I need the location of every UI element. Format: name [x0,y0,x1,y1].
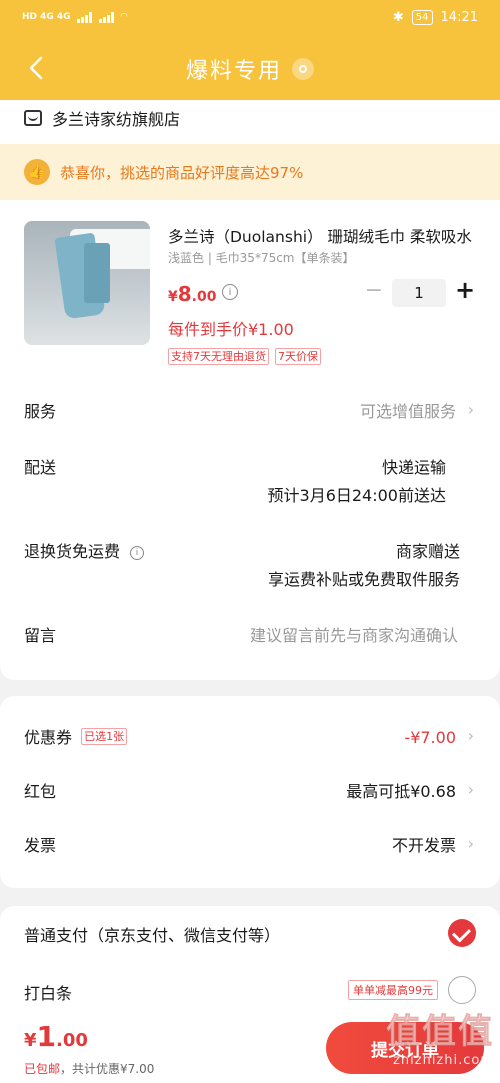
praise-banner: 👍 恭喜你，挑选的商品好评度高达97% [0,144,500,200]
shipping-summary: 已包邮，共计优惠¥7.00 [24,1062,155,1076]
chevron-right-icon: › [467,780,474,799]
delivery-value: 快递运输 预计3月6日24:00前送达 [267,458,446,505]
invoice-label: 发票 [24,836,57,855]
order-card: 多兰诗家纺旗舰店 👍 恭喜你，挑选的商品好评度高达97% 多兰诗（Duolans… [0,100,500,680]
watermark-logo: 值值值 [386,1012,494,1053]
chevron-right-icon: › [467,400,474,419]
chevron-right-icon: › [467,834,474,853]
discount-card: 优惠券 已选1张 -¥7.00 › 红包 最高可抵¥0.68 › 发票 不开发票… [0,696,500,888]
baitiao-promo: 单单减最高99元 [348,980,438,1000]
shop-name: 多兰诗家纺旗舰店 [52,110,181,129]
product-title[interactable]: 多兰诗（Duolanshi） 珊瑚绒毛巾 柔软吸水 [168,225,478,247]
clock: 14:21 [440,9,478,25]
signal-indicators: HD 4G 4G ◠ [22,11,128,23]
shop-header[interactable]: 多兰诗家纺旗舰店 [24,106,180,130]
page-title: 爆料专用 [185,59,282,84]
return-shipping-value: 商家赠送 享运费补贴或免费取件服务 [267,542,460,589]
note-label: 留言 [24,626,57,645]
delivery-row[interactable]: 配送 快递运输 预计3月6日24:00前送达 [24,454,476,514]
service-row[interactable]: 服务 可选增值服务 › [24,398,476,426]
service-label: 服务 [24,402,57,421]
invoice-value: 不开发票 [391,836,456,855]
tag-price-protect: 7天价保 [275,348,321,365]
normal-pay-label: 普通支付（京东支付、微信支付等） [24,926,281,945]
product-price: ¥8.00 [168,282,217,306]
checkmark-icon[interactable] [448,919,476,947]
store-icon [24,110,42,126]
bluetooth-icon: ✱ [392,9,404,25]
product-spec[interactable]: 浅蓝色 | 毛巾35*75cm【单条装】 [168,249,355,266]
tag-return: 支持7天无理由退货 [168,348,269,365]
status-bar: HD 4G 4G ◠ ✱ 54 14:21 [0,0,500,34]
info-icon[interactable]: i [130,546,145,560]
watermark-url: zhizhizhi.com [393,1053,494,1068]
note-input[interactable]: 建议留言前先与商家沟通确认 [250,622,458,650]
watermark: 值值值 zhizhizhi.com [344,1004,494,1078]
wifi-icon: ◠ [120,12,128,22]
product-image[interactable] [24,221,150,345]
location-icon[interactable] [292,58,314,80]
quantity-minus-button[interactable]: − [364,278,384,308]
back-arrow-icon[interactable] [24,54,52,82]
return-shipping-label: 退换货免运费 i [24,538,145,562]
red-packet-value: 最高可抵¥0.68 [346,782,456,801]
praise-text: 恭喜你，挑选的商品好评度高达97% [60,163,304,182]
normal-pay-row[interactable]: 普通支付（京东支付、微信支付等） [24,922,476,950]
baitiao-label: 打白条 [24,984,73,1003]
quantity-plus-button[interactable]: + [454,276,476,306]
invoice-row[interactable]: 发票 不开发票 › [24,832,476,860]
coupon-row[interactable]: 优惠券 已选1张 -¥7.00 › [24,724,476,752]
signal-icon-2 [98,11,115,23]
service-value: 可选增值服务 [359,402,456,421]
unit-price: 每件到手价¥1.00 [168,320,294,339]
return-shipping-row[interactable]: 退换货免运费 i 商家赠送 享运费补贴或免费取件服务 [24,538,476,598]
red-packet-row[interactable]: 红包 最高可抵¥0.68 › [24,778,476,806]
delivery-label: 配送 [24,458,57,477]
radio-icon[interactable] [448,976,476,1004]
service-tags: 支持7天无理由退货 7天价保 [168,348,321,365]
coupon-value: -¥7.00 [404,728,456,747]
network-label: HD 4G 4G [22,12,71,22]
coupon-badge: 已选1张 [81,728,128,745]
nav-bar: 爆料专用 [0,34,500,104]
battery-icon: 54 [411,9,433,25]
red-packet-label: 红包 [24,782,57,801]
quantity-input[interactable]: 1 [392,279,446,307]
price-info-icon[interactable]: i [222,284,238,300]
thumbs-up-icon: 👍 [24,159,50,185]
chevron-right-icon: › [467,726,474,745]
signal-icon [76,11,93,23]
total-price: ¥1.00 [24,1020,88,1053]
note-row[interactable]: 留言 建议留言前先与商家沟通确认 [24,622,476,650]
coupon-label: 优惠券 已选1张 [24,724,128,748]
